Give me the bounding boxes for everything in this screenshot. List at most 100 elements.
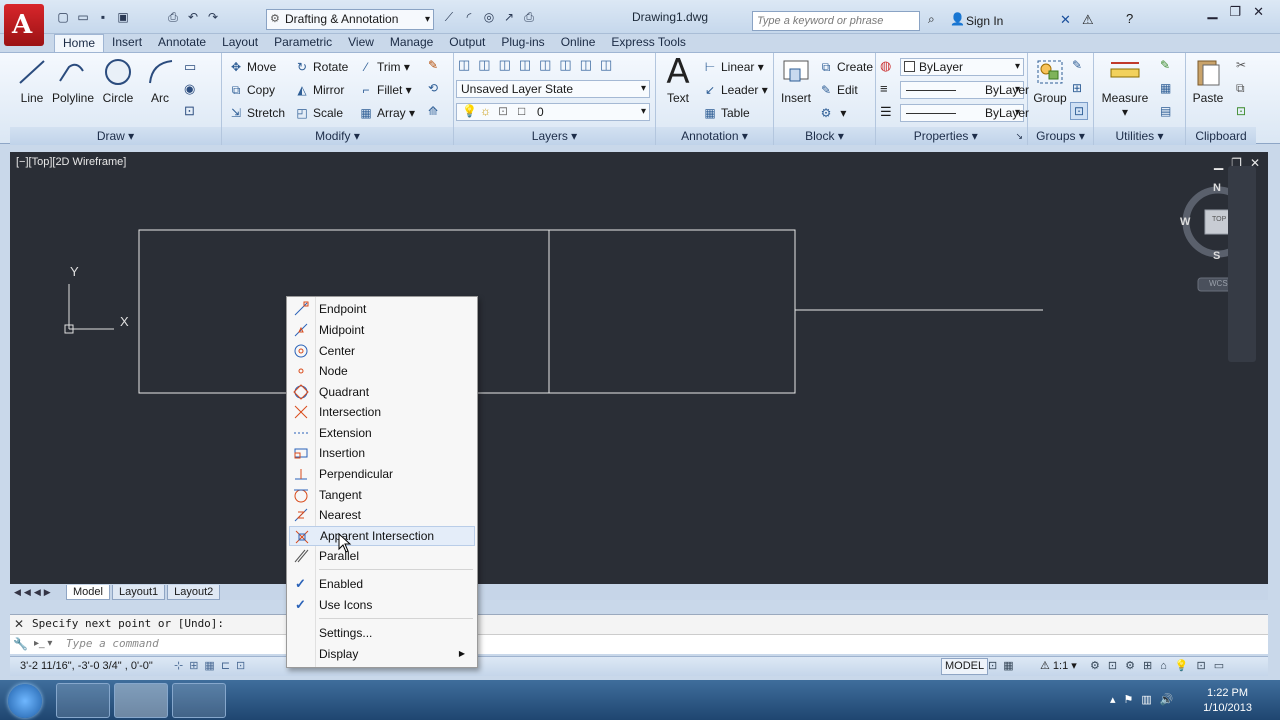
- tab-layout2[interactable]: Layout2: [167, 584, 221, 600]
- redo-icon[interactable]: ↷: [204, 8, 222, 26]
- menu-item-perpendicular[interactable]: Perpendicular: [289, 464, 475, 484]
- linear-button[interactable]: ⊢ Linear ▾: [702, 58, 764, 76]
- viewcube-top-face[interactable]: TOP: [1212, 216, 1226, 223]
- tab-online[interactable]: Online: [553, 34, 604, 52]
- clipboard-panel-title[interactable]: Clipboard: [1186, 127, 1256, 145]
- menu-item-use-icons[interactable]: ✓ Use Icons: [289, 595, 475, 615]
- tab-plugins[interactable]: Plug-ins: [493, 34, 552, 52]
- menu-item-display[interactable]: Display ▶: [289, 644, 475, 664]
- menu-item-nearest[interactable]: Nearest: [289, 505, 475, 525]
- new-icon[interactable]: ▢: [54, 8, 72, 26]
- color-dropdown[interactable]: ByLayer: [900, 58, 1024, 76]
- match-properties-icon[interactable]: ⟋: [440, 8, 458, 26]
- copy-with-basepoint-icon[interactable]: ⊡: [1236, 104, 1246, 118]
- menu-item-quadrant[interactable]: Quadrant: [289, 382, 475, 402]
- circle-button[interactable]: Circle: [96, 57, 140, 105]
- scale-button[interactable]: ◰ Scale: [294, 104, 343, 122]
- system-clock[interactable]: 1:22 PM 1/10/2013: [1203, 686, 1252, 716]
- plot-icon[interactable]: ⎙: [164, 8, 182, 26]
- hatch-icon[interactable]: ◉: [184, 81, 195, 97]
- system-tray-icons[interactable]: ▴⚑▥🔊: [1110, 693, 1181, 706]
- zoom-icon[interactable]: ↗: [500, 8, 518, 26]
- layer-tools-icons[interactable]: ◫◫◫◫◫◫◫◫: [458, 57, 620, 73]
- command-close-icon[interactable]: ✕: [14, 617, 24, 631]
- tab-insert[interactable]: Insert: [104, 34, 150, 52]
- dialog-launcher-icon[interactable]: ↘: [1015, 127, 1023, 145]
- application-menu-button[interactable]: A: [4, 4, 44, 46]
- menu-item-extension[interactable]: Extension: [289, 423, 475, 443]
- erase-icon[interactable]: ✎: [428, 58, 438, 72]
- menu-item-node[interactable]: Node: [289, 361, 475, 381]
- tab-layout[interactable]: Layout: [214, 34, 266, 52]
- wcs-label[interactable]: WCS: [1209, 279, 1228, 288]
- measure-button[interactable]: Measure ▾: [1100, 57, 1150, 119]
- close-icon[interactable]: ✕: [1253, 4, 1264, 20]
- match-color-icon[interactable]: ◍: [880, 58, 891, 74]
- tab-model[interactable]: Model: [66, 584, 110, 600]
- offset-icon[interactable]: ⟰: [428, 104, 438, 118]
- quick-select-icon[interactable]: ✎: [1160, 58, 1170, 72]
- properties-panel-title[interactable]: Properties ▾ ↘: [876, 127, 1027, 145]
- customize-icon[interactable]: 🔧: [13, 637, 28, 651]
- taskbar-app-1[interactable]: [56, 683, 110, 718]
- model-space-button[interactable]: MODEL: [941, 658, 989, 675]
- viewcube-south[interactable]: S: [1213, 250, 1220, 262]
- trim-button[interactable]: ⁄ Trim ▾: [358, 58, 410, 76]
- leader-button[interactable]: ↙ Leader ▾: [702, 81, 768, 99]
- table-button[interactable]: ▦ Table: [702, 104, 749, 122]
- tab-express-tools[interactable]: Express Tools: [603, 34, 693, 52]
- tab-annotate[interactable]: Annotate: [150, 34, 214, 52]
- polyline-button[interactable]: Polyline: [50, 57, 96, 105]
- minimize-icon[interactable]: ▁: [1207, 4, 1217, 20]
- groups-panel-title[interactable]: Groups ▾: [1028, 127, 1093, 145]
- sign-in-button[interactable]: Sign In: [966, 14, 1003, 28]
- utilities-panel-title[interactable]: Utilities ▾: [1094, 127, 1185, 145]
- copy-clip-icon[interactable]: ⧉: [1236, 81, 1245, 96]
- maximize-icon[interactable]: ❐: [1229, 4, 1241, 20]
- start-button[interactable]: [8, 684, 42, 718]
- menu-item-endpoint[interactable]: Endpoint: [289, 299, 475, 319]
- taskbar-app-3[interactable]: [172, 683, 226, 718]
- point-id-icon[interactable]: ▤: [1160, 104, 1171, 118]
- create-block-button[interactable]: ⧉ Create: [818, 58, 873, 76]
- tab-home[interactable]: Home: [54, 34, 105, 52]
- help-icon[interactable]: ?: [1126, 11, 1133, 26]
- group-edit-icon[interactable]: ⊞: [1072, 81, 1082, 95]
- block-panel-title[interactable]: Block ▾: [774, 127, 875, 145]
- insert-block-button[interactable]: Insert: [774, 57, 818, 105]
- menu-item-intersection[interactable]: Intersection: [289, 402, 475, 422]
- menu-item-enabled[interactable]: ✓ Enabled: [289, 574, 475, 594]
- fillet-button[interactable]: ⌐ Fillet ▾: [358, 81, 411, 99]
- tab-output[interactable]: Output: [441, 34, 493, 52]
- communication-icon[interactable]: ⚠: [1082, 12, 1094, 28]
- drafting-toggles-icons[interactable]: ⊹⊞▦⊏⊡: [174, 657, 251, 676]
- layer-state-dropdown[interactable]: Unsaved Layer State: [456, 80, 650, 98]
- save-as-icon[interactable]: ▣: [114, 8, 132, 26]
- open-icon[interactable]: ▭: [74, 8, 92, 26]
- menu-item-tangent[interactable]: Tangent: [289, 485, 475, 505]
- coordinates-readout[interactable]: 3'-2 11/16", -3'-0 3/4" , 0'-0": [20, 657, 153, 676]
- print-icon[interactable]: ⎙: [520, 8, 538, 26]
- boundary-icon[interactable]: ⊡: [184, 103, 195, 119]
- command-prompt-icon[interactable]: ▸_ ▾: [34, 638, 52, 649]
- workspace-dropdown[interactable]: Drafting & Annotation: [266, 9, 434, 30]
- tab-parametric[interactable]: Parametric: [266, 34, 340, 52]
- undo-icon[interactable]: ↶: [184, 8, 202, 26]
- explode-icon[interactable]: ⟲: [428, 81, 438, 95]
- ungroup-icon[interactable]: ✎: [1072, 58, 1082, 72]
- command-input[interactable]: Type a command: [10, 634, 1268, 654]
- menu-item-midpoint[interactable]: Midpoint: [289, 320, 475, 340]
- line-button[interactable]: Line: [10, 57, 54, 105]
- taskbar-autocad[interactable]: [114, 683, 168, 718]
- paste-button[interactable]: Paste: [1186, 57, 1230, 105]
- cut-icon[interactable]: ✂: [1236, 58, 1246, 72]
- array-button[interactable]: ▦ Array ▾: [358, 104, 415, 122]
- exchange-icon[interactable]: ✕: [1060, 12, 1071, 28]
- draw-panel-title[interactable]: Draw ▾: [10, 127, 221, 145]
- drawing-area[interactable]: [−][Top][2D Wireframe] ▁ ❐ ✕ Y X TOP N S…: [10, 152, 1268, 584]
- rotate-button[interactable]: ↻ Rotate: [294, 58, 348, 76]
- block-attribute-button[interactable]: ⚙ ▾: [818, 104, 847, 122]
- viewcube-north[interactable]: N: [1213, 182, 1221, 194]
- mirror-button[interactable]: ◭ Mirror: [294, 81, 344, 99]
- viewcube-west[interactable]: W: [1180, 216, 1190, 228]
